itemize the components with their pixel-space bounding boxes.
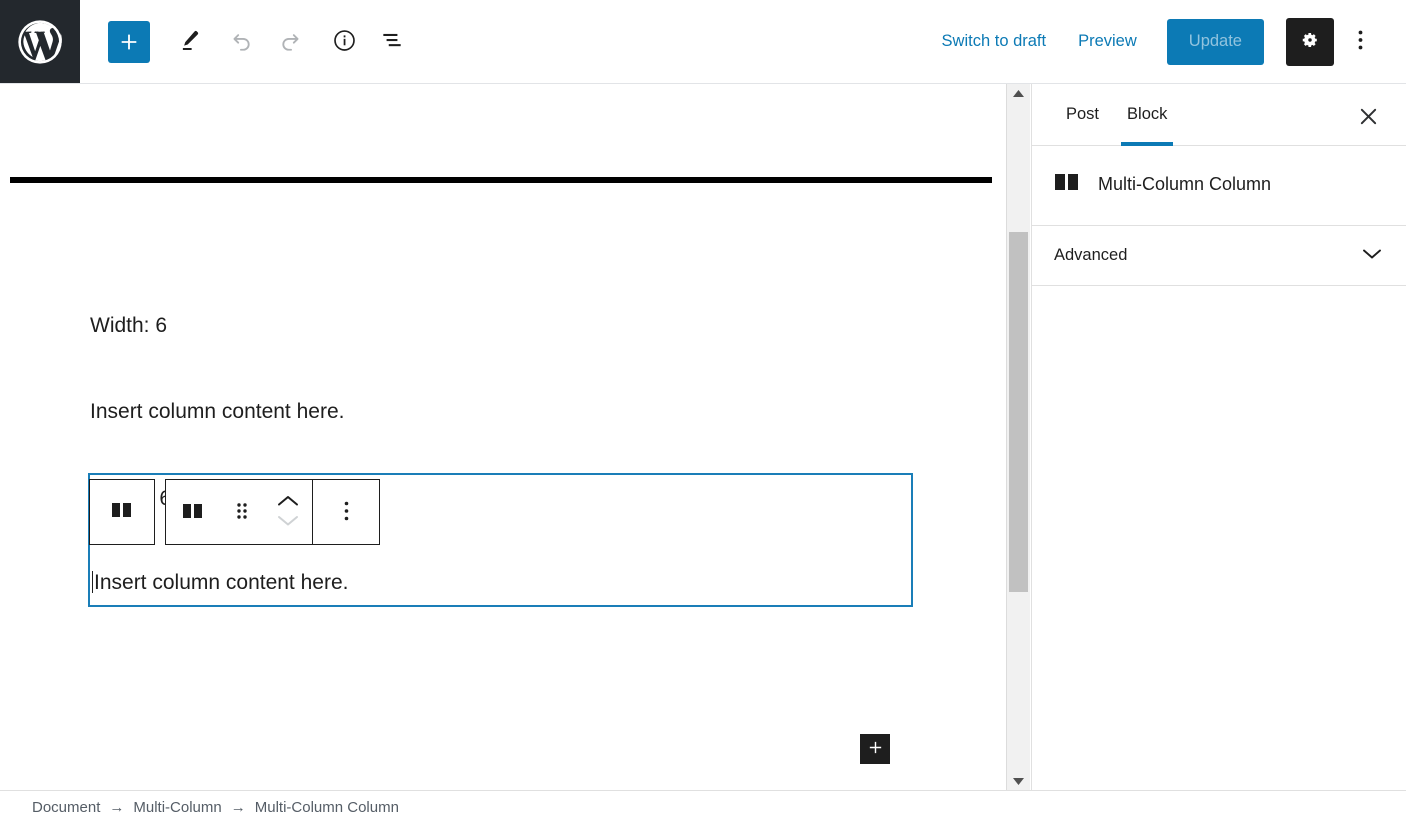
settings-button[interactable] [1286, 17, 1334, 66]
list-view-icon [379, 27, 405, 56]
redo-button[interactable] [266, 18, 314, 66]
block-inserter-button[interactable] [108, 20, 150, 63]
selected-block-card: Multi-Column Column [1032, 146, 1406, 226]
undo-arrow-icon [229, 27, 255, 56]
preview-button[interactable]: Preview [1062, 33, 1153, 50]
details-info-button[interactable] [320, 18, 368, 66]
text-caret [92, 571, 93, 593]
drag-handle-icon [235, 500, 249, 525]
breadcrumb-separator: → [230, 799, 246, 816]
undo-button[interactable] [218, 18, 266, 66]
editor-top-bar: Switch to draft Preview Update [0, 0, 1406, 84]
pencil-edit-icon [176, 28, 201, 56]
wordpress-logo-icon[interactable] [0, 0, 80, 83]
breadcrumb-item-multi-column-column: Multi-Column Column [254, 799, 399, 816]
more-options-button[interactable] [1338, 18, 1382, 66]
editor-scrollbar[interactable] [1006, 84, 1030, 790]
chevron-down-icon [1362, 247, 1382, 265]
update-button[interactable]: Update [1166, 18, 1264, 65]
block-toolbar-primary-segment [166, 480, 312, 544]
block-toolbar [165, 479, 380, 545]
tab-block[interactable]: Block [1113, 84, 1181, 146]
plus-icon [867, 739, 884, 759]
breadcrumb-separator: → [109, 799, 125, 816]
multi-column-icon [182, 502, 204, 523]
switch-to-draft-button[interactable]: Switch to draft [926, 33, 1063, 50]
paragraph-block-column-content[interactable]: Insert column content here. [90, 398, 344, 425]
block-more-options-button[interactable] [313, 480, 379, 544]
selected-block-line-2[interactable]: Insert column content here. [92, 571, 348, 595]
selected-block-title: Multi-Column Column [1098, 174, 1272, 194]
separator-block[interactable] [10, 177, 992, 183]
scroll-up-arrow-icon[interactable] [1007, 84, 1030, 102]
move-down-button[interactable] [277, 514, 299, 530]
info-circle-icon [332, 28, 357, 56]
scroll-down-arrow-icon[interactable] [1007, 772, 1030, 790]
paragraph-block-width-label[interactable]: Width: 6 [90, 312, 167, 339]
kebab-menu-icon [344, 500, 349, 525]
close-icon [1359, 107, 1378, 129]
list-view-button[interactable] [368, 18, 416, 66]
panel-advanced[interactable]: Advanced [1032, 226, 1406, 286]
block-movers [264, 480, 312, 544]
gear-icon [1299, 29, 1321, 54]
close-sidebar-button[interactable] [1348, 98, 1388, 138]
move-up-button[interactable] [277, 494, 299, 510]
scrollbar-thumb[interactable] [1009, 232, 1028, 592]
breadcrumb-item-multi-column[interactable]: Multi-Column [133, 799, 221, 816]
top-bar-right-tools: Switch to draft Preview Update [926, 0, 1406, 83]
editor-canvas[interactable]: Width: 6 Insert column content here. Wid… [0, 84, 1003, 790]
top-bar-left-tools [108, 18, 416, 66]
edit-mode-button[interactable] [164, 18, 212, 66]
block-toolbar-options-segment [313, 480, 379, 544]
breadcrumb-item-document[interactable]: Document [32, 799, 100, 816]
chevron-up-icon [277, 494, 299, 510]
multi-column-icon [111, 501, 133, 524]
multi-column-icon [1054, 172, 1080, 197]
block-type-switcher-button[interactable] [166, 480, 220, 544]
tab-post[interactable]: Post [1052, 84, 1113, 146]
panel-advanced-label: Advanced [1054, 246, 1128, 264]
sidebar-tablist: Post Block [1032, 84, 1406, 146]
kebab-menu-icon [1358, 29, 1363, 54]
redo-arrow-icon [277, 27, 303, 56]
settings-sidebar: Post Block Multi-Column Column Advanced [1031, 84, 1406, 790]
drag-handle-button[interactable] [220, 480, 264, 544]
inner-block-appender-button[interactable] [860, 734, 890, 764]
chevron-down-icon [277, 514, 299, 530]
breadcrumb: Document → Multi-Column → Multi-Column C… [0, 790, 1406, 824]
select-parent-block-button[interactable] [89, 479, 155, 545]
wordpress-block-editor: Switch to draft Preview Update Width: 6 … [0, 0, 1406, 824]
